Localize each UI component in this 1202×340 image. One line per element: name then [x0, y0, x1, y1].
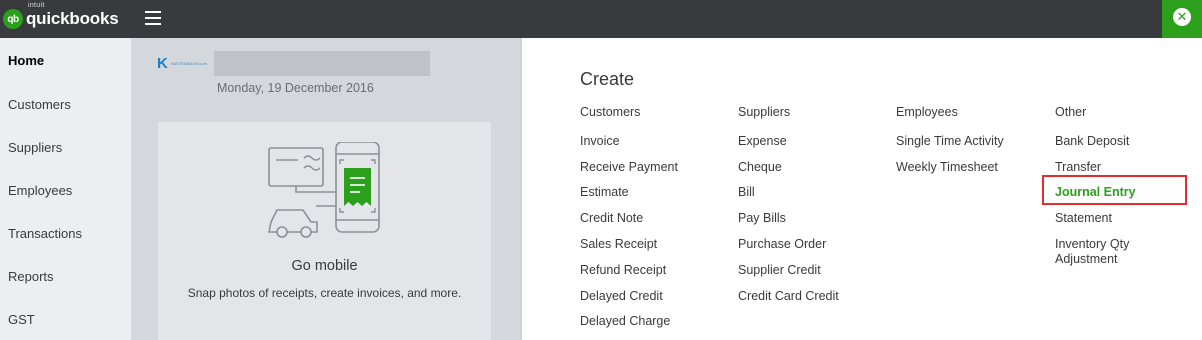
- create-bank-deposit[interactable]: Bank Deposit: [1055, 134, 1129, 149]
- create-sales-receipt[interactable]: Sales Receipt: [580, 237, 657, 252]
- sidebar-item-home[interactable]: Home: [8, 53, 44, 68]
- hamburger-icon[interactable]: [145, 11, 161, 25]
- company-logo: K KASTENBAUM.com: [157, 54, 208, 72]
- create-cheque[interactable]: Cheque: [738, 160, 782, 175]
- create-credit-note[interactable]: Credit Note: [580, 211, 643, 226]
- sidebar-item-customers[interactable]: Customers: [8, 97, 71, 112]
- go-mobile-description: Snap photos of receipts, create invoices…: [187, 286, 462, 300]
- create-refund-receipt[interactable]: Refund Receipt: [580, 263, 666, 278]
- column-heading-other: Other: [1055, 105, 1087, 119]
- create-expense[interactable]: Expense: [738, 134, 787, 149]
- create-credit-card-credit[interactable]: Credit Card Credit: [738, 289, 839, 304]
- create-weekly-timesheet[interactable]: Weekly Timesheet: [896, 160, 998, 175]
- create-invoice[interactable]: Invoice: [580, 134, 620, 149]
- create-receive-payment[interactable]: Receive Payment: [580, 160, 678, 175]
- sidebar-item-suppliers[interactable]: Suppliers: [8, 140, 62, 155]
- column-heading-suppliers: Suppliers: [738, 105, 791, 119]
- create-purchase-order[interactable]: Purchase Order: [738, 237, 826, 252]
- brand-name: quickbooks: [26, 9, 119, 28]
- create-pay-bills[interactable]: Pay Bills: [738, 211, 786, 226]
- create-title: Create: [580, 69, 635, 89]
- create-menu-panel: Create Customers Invoice Receive Payment…: [522, 38, 1202, 340]
- sidebar-item-reports[interactable]: Reports: [8, 269, 54, 284]
- company-name-redacted: [214, 51, 430, 76]
- go-mobile-title: Go mobile: [291, 258, 358, 274]
- column-heading-employees: Employees: [896, 105, 958, 119]
- go-mobile-card[interactable]: Go mobile Snap photos of receipts, creat…: [158, 122, 491, 340]
- sidebar: Home Customers Suppliers Employees Trans…: [0, 38, 131, 340]
- sidebar-item-transactions[interactable]: Transactions: [8, 226, 82, 241]
- create-transfer[interactable]: Transfer: [1055, 160, 1101, 175]
- close-create-button[interactable]: ✕: [1162, 0, 1202, 48]
- column-heading-customers: Customers: [580, 105, 641, 119]
- create-inventory-qty-adjustment[interactable]: Inventory Qty Adjustment: [1055, 237, 1165, 267]
- sidebar-item-employees[interactable]: Employees: [8, 183, 72, 198]
- create-single-time-activity[interactable]: Single Time Activity: [896, 134, 1004, 149]
- dashboard-panel: K KASTENBAUM.com Monday, 19 December 201…: [131, 38, 521, 340]
- create-delayed-charge[interactable]: Delayed Charge: [580, 314, 670, 329]
- create-supplier-credit[interactable]: Supplier Credit: [738, 263, 821, 278]
- intuit-label: intuit: [28, 2, 45, 9]
- top-bar: qb intuit quickbooks: [0, 0, 1202, 38]
- close-icon: ✕: [1173, 8, 1191, 26]
- current-date: Monday, 19 December 2016: [217, 81, 374, 95]
- create-statement[interactable]: Statement: [1055, 211, 1112, 226]
- create-delayed-credit[interactable]: Delayed Credit: [580, 289, 663, 304]
- create-estimate[interactable]: Estimate: [580, 185, 629, 200]
- sidebar-item-gst[interactable]: GST: [8, 312, 35, 327]
- journal-entry-highlight-box: [1042, 175, 1187, 205]
- quickbooks-logo[interactable]: qb intuit quickbooks: [3, 2, 119, 32]
- create-bill[interactable]: Bill: [738, 185, 755, 200]
- qb-badge-icon: qb: [3, 9, 23, 29]
- mobile-receipt-illustration-icon: [268, 142, 380, 238]
